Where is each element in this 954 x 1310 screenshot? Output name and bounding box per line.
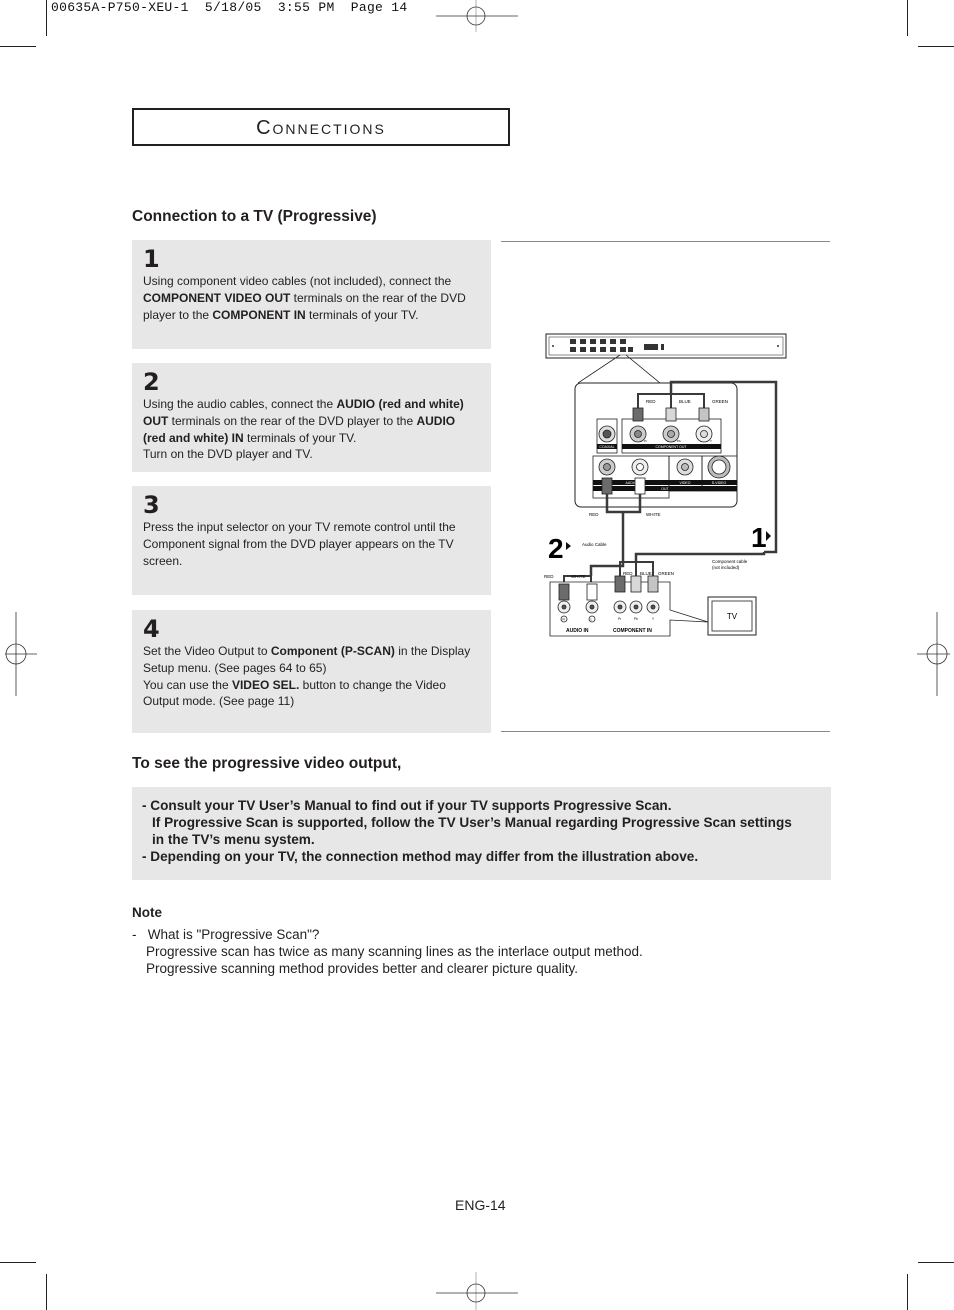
component-out-label: COMPONENT OUT <box>655 445 687 449</box>
crop-mark <box>907 0 908 36</box>
step-number: 2 <box>143 368 160 396</box>
step-text-bold: VIDEO SEL. <box>231 677 300 692</box>
step-1-box: 1 Using component video cables (not incl… <box>132 240 491 349</box>
section-title-rest: ONNECTIONS <box>272 121 386 137</box>
step-text-bold: COMPONENT IN <box>212 307 306 322</box>
component-in-label: COMPONENT IN <box>613 628 652 634</box>
step-text: Press the input selector on your TV remo… <box>143 519 481 569</box>
step-text-bold: COMPONENT VIDEO OUT <box>143 290 291 305</box>
step-text: Set the Video Output to Component (P-SCA… <box>143 643 481 710</box>
step-text-run: terminals of your TV. <box>305 307 419 322</box>
step-text-run: terminals of your TV. <box>243 430 357 445</box>
step-text-run: Turn on the DVD player and TV. <box>143 447 313 462</box>
out-label: OUT <box>661 487 669 491</box>
y-label: Y <box>710 439 712 443</box>
registration-mark-top <box>436 0 518 32</box>
tv-icon: TV <box>707 596 757 636</box>
callout-line <box>577 354 621 384</box>
crop-mark <box>0 1262 36 1263</box>
audio-cable-label: Audio Cable <box>582 542 607 547</box>
step-2-marker: 2 <box>548 533 564 564</box>
red-label: RED <box>623 571 633 576</box>
dvd-player-rear <box>545 333 787 359</box>
step-3-box: 3 Press the input selector on your TV re… <box>132 486 491 595</box>
note-title: Note <box>132 905 162 920</box>
s-video-label: S-VIDEO <box>712 481 727 485</box>
white-label: WHITE <box>571 574 586 579</box>
diagram-bottom-rule <box>501 731 830 732</box>
step-1-marker: 1 <box>751 522 767 553</box>
pr-label: Pr <box>644 439 647 443</box>
step-text-run: Using component video cables (not includ… <box>143 274 452 288</box>
video-label: VIDEO <box>680 481 691 485</box>
info-line: in the TV’s menu system. <box>152 832 315 847</box>
crop-mark <box>918 46 954 47</box>
green-label: GREEN <box>712 399 728 404</box>
blue-label: BLUE <box>679 399 691 404</box>
step-4-box: 4 Set the Video Output to Component (P-S… <box>132 610 491 733</box>
progressive-subheading: To see the progressive video output, <box>132 755 402 772</box>
red-label: RED <box>544 574 554 579</box>
note-body: - What is "Progressive Scan"? Progressiv… <box>132 926 643 977</box>
l-label: L <box>591 618 593 622</box>
component-cable-note: (not included) <box>712 565 740 570</box>
pb-label: Pb <box>634 617 638 621</box>
crop-mark <box>918 1262 954 1263</box>
callout-line <box>625 354 661 384</box>
step-text-run: You can use the <box>143 677 232 692</box>
info-line: If Progressive Scan is supported, follow… <box>152 815 792 830</box>
crop-mark <box>907 1274 908 1310</box>
white-label: WHITE <box>646 512 661 517</box>
step-text-run: Set the Video Output to <box>143 644 271 658</box>
registration-mark-right <box>917 612 950 696</box>
tv-label: TV <box>727 612 738 621</box>
red-label: RED <box>646 399 656 404</box>
tv-input-panel <box>549 575 709 637</box>
pb-label: Pb <box>677 439 681 443</box>
printer-slug: 00635A-P750-XEU-1 5/18/05 3:55 PM Page 1… <box>51 0 408 15</box>
info-line: - Consult your TV User’s Manual to find … <box>142 798 672 813</box>
step-text-run: terminals on the rear of the DVD player … <box>168 413 417 428</box>
step-text-run: Press the input selector on your TV remo… <box>143 520 456 568</box>
crop-mark <box>0 46 36 47</box>
registration-mark-bottom <box>436 1272 518 1310</box>
section-title-initial: C <box>256 117 273 139</box>
progressive-info-box: - Consult your TV User’s Manual to find … <box>132 787 831 880</box>
crop-mark <box>46 0 47 36</box>
page-number: ENG-14 <box>455 1197 506 1213</box>
blue-label: BLUE <box>640 571 652 576</box>
registration-mark-left <box>5 612 37 696</box>
step-text: Using the audio cables, connect the AUDI… <box>143 396 481 463</box>
component-cable-label: Component cable <box>712 559 748 564</box>
note-line: - What is "Progressive Scan"? <box>132 927 320 942</box>
audio-in-label: AUDIO IN <box>566 628 589 634</box>
green-label: GREEN <box>658 571 674 576</box>
connection-diagram: COAXIAL COMPONENT OUT AUDIO VIDEO S-VIDE… <box>544 333 787 637</box>
note-line: Progressive scan has twice as many scann… <box>146 944 643 959</box>
step-text: Using component video cables (not includ… <box>143 273 481 323</box>
step-number: 1 <box>143 245 160 273</box>
note-line: Progressive scanning method provides bet… <box>146 961 578 976</box>
section-title: CONNECTIONS <box>132 108 510 146</box>
arrow-right-icon <box>566 542 571 550</box>
step-2-box: 2 Using the audio cables, connect the AU… <box>132 363 491 472</box>
coaxial-label: COAXIAL <box>599 445 614 449</box>
step-text-bold: Component (P-SCAN) <box>270 644 395 658</box>
arrow-right-icon <box>766 531 771 541</box>
step-number: 3 <box>143 491 160 519</box>
section-heading: Connection to a TV (Progressive) <box>132 208 377 225</box>
red-label: RED <box>589 512 599 517</box>
step-number: 4 <box>143 615 160 643</box>
diagram-top-rule <box>501 241 830 242</box>
info-line: - Depending on your TV, the connection m… <box>142 849 699 864</box>
crop-mark <box>46 1274 47 1310</box>
step-text-run: Using the audio cables, connect the <box>143 397 337 411</box>
